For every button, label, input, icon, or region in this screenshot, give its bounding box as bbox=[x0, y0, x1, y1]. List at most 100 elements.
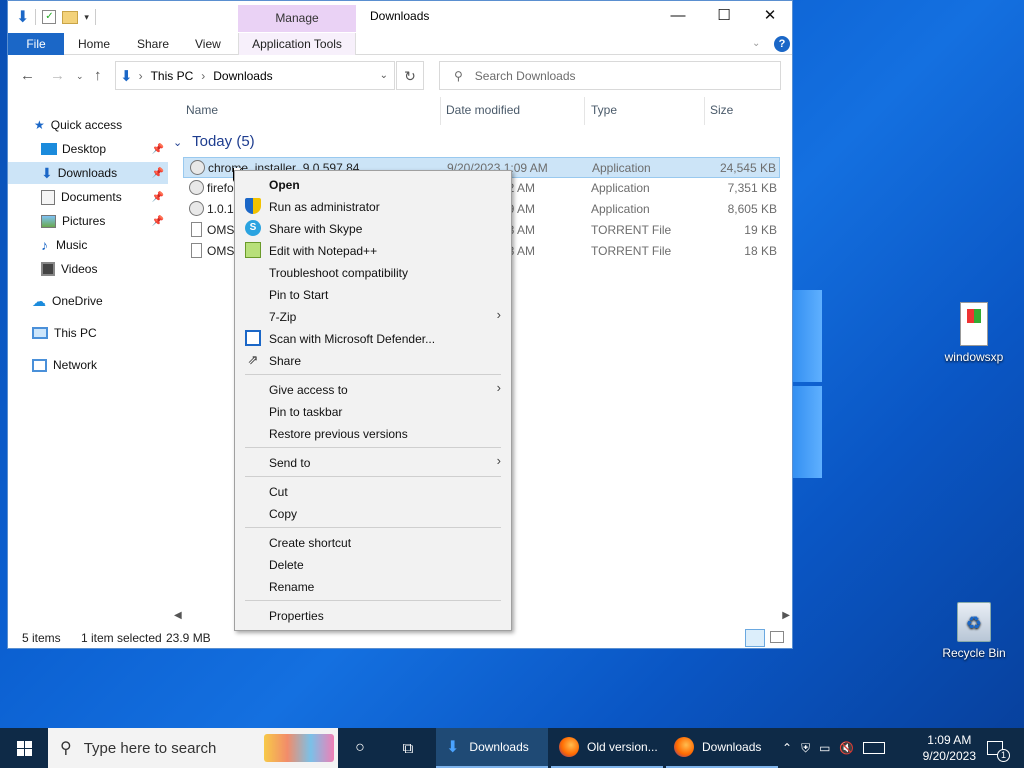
music-icon: ♪ bbox=[41, 237, 48, 253]
sidebar-item-label: Pictures bbox=[62, 214, 106, 228]
chevron-up-icon[interactable]: ⌃ bbox=[782, 741, 792, 755]
file-size: 8,605 KB bbox=[727, 202, 777, 216]
maximize-button[interactable]: ☐ bbox=[701, 1, 747, 31]
tab-share[interactable]: Share bbox=[137, 33, 169, 55]
group-header-today[interactable]: ⌄ Today (5) bbox=[173, 133, 255, 150]
network-status-icon[interactable]: ▭ bbox=[819, 741, 830, 755]
forward-arrow-icon[interactable]: → bbox=[50, 67, 65, 84]
menu-item-pin-to-taskbar[interactable]: Pin to taskbar bbox=[235, 400, 511, 422]
menu-item-run-as-administrator[interactable]: Run as administrator bbox=[235, 195, 511, 217]
menu-item-properties[interactable]: Properties bbox=[235, 604, 511, 626]
address-bar[interactable]: ⬇ › This PC › Downloads ⌄ bbox=[115, 61, 395, 90]
customize-toolbar-icon[interactable]: ▾ bbox=[84, 12, 89, 23]
menu-item-share-with-skype[interactable]: S Share with Skype bbox=[235, 217, 511, 239]
taskbar-clock[interactable]: 1:09 AM 9/20/2023 bbox=[923, 732, 976, 764]
keyboard-icon[interactable] bbox=[863, 742, 886, 754]
menu-item-7zip[interactable]: 7-Zip › bbox=[235, 305, 511, 327]
task-view-icon[interactable]: ⧉ bbox=[392, 728, 424, 768]
sidebar-item-desktop[interactable]: Desktop 📌 bbox=[8, 138, 168, 160]
help-icon[interactable]: ? bbox=[774, 36, 790, 52]
tab-application-tools[interactable]: Application Tools bbox=[238, 33, 356, 55]
manage-tab[interactable]: Manage bbox=[238, 5, 356, 32]
menu-item-troubleshoot-compatibility[interactable]: Troubleshoot compatibility bbox=[235, 261, 511, 283]
column-divider[interactable] bbox=[440, 97, 441, 125]
breadcrumb-this-pc[interactable]: This PC bbox=[151, 69, 194, 83]
star-icon: ★ bbox=[34, 118, 45, 132]
recent-locations-icon[interactable]: ⌄ bbox=[76, 71, 84, 82]
sidebar-item-network[interactable]: Network bbox=[8, 354, 168, 376]
desktop-icon-windowsxp[interactable]: windowsxp bbox=[934, 302, 1014, 364]
minimize-button[interactable]: — bbox=[655, 1, 701, 31]
menu-item-rename[interactable]: Rename bbox=[235, 575, 511, 597]
column-divider[interactable] bbox=[704, 97, 705, 125]
sidebar-item-pictures[interactable]: Pictures 📌 bbox=[8, 210, 168, 232]
column-header-size[interactable]: Size bbox=[710, 103, 733, 117]
menu-item-scan-with-defender[interactable]: Scan with Microsoft Defender... bbox=[235, 327, 511, 349]
column-header-date[interactable]: Date modified bbox=[446, 103, 520, 117]
refresh-button[interactable]: ↻ bbox=[396, 61, 424, 90]
new-folder-icon[interactable] bbox=[62, 10, 79, 24]
scroll-left-icon[interactable]: ◀ bbox=[174, 610, 182, 621]
menu-item-copy[interactable]: Copy bbox=[235, 502, 511, 524]
menu-item-open[interactable]: Open bbox=[235, 173, 511, 195]
menu-item-delete[interactable]: Delete bbox=[235, 553, 511, 575]
column-header-type[interactable]: Type bbox=[591, 103, 617, 117]
breadcrumb-downloads[interactable]: Downloads bbox=[213, 69, 272, 83]
cortana-icon[interactable]: ○ bbox=[344, 728, 376, 768]
sidebar-item-onedrive[interactable]: ☁ OneDrive bbox=[8, 290, 168, 312]
column-header-name[interactable]: Name bbox=[186, 103, 218, 117]
tab-view[interactable]: View bbox=[195, 33, 221, 55]
column-divider[interactable] bbox=[584, 97, 585, 125]
menu-item-give-access-to[interactable]: Give access to › bbox=[235, 378, 511, 400]
menu-item-cut[interactable]: Cut bbox=[235, 480, 511, 502]
taskbar-item-firefox-1[interactable]: Old version... bbox=[551, 728, 663, 768]
back-arrow-icon[interactable]: ← bbox=[20, 67, 35, 84]
menu-item-restore-previous-versions[interactable]: Restore previous versions bbox=[235, 422, 511, 444]
tab-home[interactable]: Home bbox=[78, 33, 110, 55]
menu-item-share[interactable]: ⇗ Share bbox=[235, 349, 511, 371]
up-arrow-icon[interactable]: ↑ bbox=[94, 67, 102, 84]
sidebar-item-videos[interactable]: Videos bbox=[8, 258, 168, 280]
notification-center-icon[interactable]: 1 bbox=[980, 728, 1010, 768]
tab-file[interactable]: File bbox=[8, 33, 64, 55]
taskbar-search-box[interactable]: ⚲ Type here to search bbox=[48, 728, 338, 768]
search-icon: ⚲ bbox=[454, 68, 463, 83]
properties-icon[interactable]: ✓ bbox=[42, 10, 57, 24]
menu-item-send-to[interactable]: Send to › bbox=[235, 451, 511, 473]
sidebar-item-music[interactable]: ♪ Music bbox=[8, 234, 168, 256]
taskbar-item-explorer[interactable]: ⬇ Downloads bbox=[436, 728, 548, 768]
details-view-icon[interactable] bbox=[745, 629, 765, 647]
expand-ribbon-icon[interactable]: ⌄ bbox=[752, 33, 760, 55]
volume-muted-icon[interactable]: 🔇 bbox=[839, 741, 854, 755]
menu-separator bbox=[245, 374, 501, 375]
sidebar-item-documents[interactable]: Documents 📌 bbox=[8, 186, 168, 208]
taskbar-item-label: Old version... bbox=[587, 740, 658, 754]
download-arrow-icon[interactable]: ⬇ bbox=[16, 7, 29, 27]
menu-separator bbox=[245, 527, 501, 528]
chevron-right-icon: › bbox=[496, 453, 501, 468]
taskbar-item-firefox-2[interactable]: Downloads bbox=[666, 728, 778, 768]
file-type: Application bbox=[592, 161, 651, 175]
desktop-icon-recycle-bin[interactable]: ♻ Recycle Bin bbox=[934, 602, 1014, 660]
security-icon[interactable]: ⛨ bbox=[801, 741, 810, 756]
sidebar-item-downloads[interactable]: ⬇ Downloads 📌 bbox=[8, 162, 168, 184]
sidebar-item-this-pc[interactable]: This PC bbox=[8, 322, 168, 344]
scroll-right-icon[interactable]: ▶ bbox=[782, 610, 790, 621]
large-icons-view-icon[interactable] bbox=[770, 631, 784, 643]
videos-icon bbox=[41, 262, 55, 276]
menu-item-edit-with-notepadpp[interactable]: Edit with Notepad++ bbox=[235, 239, 511, 261]
close-button[interactable]: ✕ bbox=[747, 1, 793, 31]
pin-icon[interactable]: 📌 bbox=[152, 192, 164, 203]
menu-item-create-shortcut[interactable]: Create shortcut bbox=[235, 531, 511, 553]
chevron-down-icon[interactable]: ⌄ bbox=[380, 70, 388, 81]
sidebar-item-quick-access[interactable]: ★ Quick access bbox=[8, 114, 168, 136]
share-icon: ⇗ bbox=[247, 352, 259, 367]
search-input[interactable]: ⚲ Search Downloads bbox=[439, 61, 781, 90]
pin-icon[interactable]: 📌 bbox=[152, 168, 164, 179]
sidebar-item-label: Downloads bbox=[57, 166, 118, 180]
pin-icon[interactable]: 📌 bbox=[152, 144, 164, 155]
menu-item-pin-to-start[interactable]: Pin to Start bbox=[235, 283, 511, 305]
pin-icon[interactable]: 📌 bbox=[152, 216, 164, 227]
start-button[interactable] bbox=[0, 728, 48, 768]
search-placeholder: Search Downloads bbox=[474, 68, 576, 83]
